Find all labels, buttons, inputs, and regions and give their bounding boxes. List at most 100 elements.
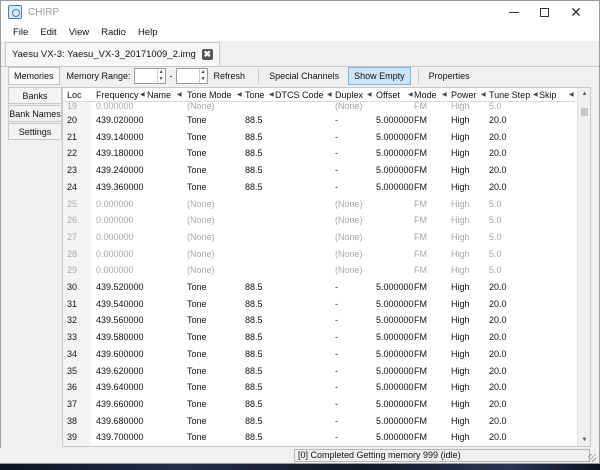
cell-tone[interactable]: 88.5 xyxy=(245,162,263,178)
tab-settings[interactable]: Settings xyxy=(8,123,62,140)
cell-tmode[interactable]: (None) xyxy=(187,102,215,112)
cell-power[interactable]: High xyxy=(451,363,470,379)
cell-freq[interactable]: 439.520000 xyxy=(96,279,144,295)
cell-step[interactable]: 5.0 xyxy=(489,246,502,262)
cell-tmode[interactable]: (None) xyxy=(187,262,215,278)
minimize-button[interactable] xyxy=(499,1,529,23)
cell-tmode[interactable]: Tone xyxy=(187,112,207,128)
cell-loc[interactable]: 37 xyxy=(67,396,77,412)
cell-mode[interactable]: FM xyxy=(414,112,427,128)
cell-freq[interactable]: 439.140000 xyxy=(96,129,144,145)
special-channels-toggle[interactable]: Special Channels xyxy=(263,67,345,85)
close-window-button[interactable]: ✕ xyxy=(561,1,591,23)
cell-offset[interactable]: 5.000000 xyxy=(376,145,414,161)
table-row[interactable]: 27 0.000000 (None) (None) FM High 5.0 xyxy=(63,229,578,246)
menu-radio[interactable]: Radio xyxy=(95,27,132,38)
spin-arrows-icon[interactable]: ▲ ▼ xyxy=(198,69,207,83)
cell-tmode[interactable]: (None) xyxy=(187,229,215,245)
refresh-button[interactable]: Refresh xyxy=(208,67,252,85)
cell-duplex[interactable]: - xyxy=(335,379,338,395)
cell-power[interactable]: High xyxy=(451,396,470,412)
cell-tone[interactable]: 88.5 xyxy=(245,429,263,445)
cell-tmode[interactable]: Tone xyxy=(187,329,207,345)
cell-tmode[interactable]: Tone xyxy=(187,279,207,295)
cell-mode[interactable]: FM xyxy=(414,329,427,345)
cell-tone[interactable]: 88.5 xyxy=(245,145,263,161)
cell-offset[interactable]: 5.000000 xyxy=(376,162,414,178)
cell-loc[interactable]: 25 xyxy=(67,196,77,212)
table-row[interactable]: 39 439.700000 Tone 88.5 - 5.000000 FM High 20.0 xyxy=(63,429,578,446)
file-tab[interactable]: Yaesu VX-3: Yaesu_VX-3_20171009_2.img ✖ xyxy=(5,42,220,66)
cell-step[interactable]: 20.0 xyxy=(489,329,507,345)
memory-range-to-input[interactable]: ▲ ▼ xyxy=(175,68,208,84)
cell-step[interactable]: 20.0 xyxy=(489,296,507,312)
cell-step[interactable]: 20.0 xyxy=(489,312,507,328)
cell-tmode[interactable]: Tone xyxy=(187,429,207,445)
cell-power[interactable]: High xyxy=(451,129,470,145)
cell-duplex[interactable]: (None) xyxy=(335,102,363,112)
table-row[interactable]: 19 0.000000 (None) (None) FM High 5.0 xyxy=(63,102,578,112)
table-row[interactable]: 25 0.000000 (None) (None) FM High 5.0 xyxy=(63,196,578,213)
resize-grip-icon[interactable] xyxy=(588,454,596,462)
menu-help[interactable]: Help xyxy=(132,27,164,38)
table-row[interactable]: 32 439.560000 Tone 88.5 - 5.000000 FM High 20.0 xyxy=(63,312,578,329)
cell-tmode[interactable]: Tone xyxy=(187,413,207,429)
table-row[interactable]: 24 439.360000 Tone 88.5 - 5.000000 FM High 20.0 xyxy=(63,179,578,196)
cell-loc[interactable]: 34 xyxy=(67,346,77,362)
cell-power[interactable]: High xyxy=(451,212,470,228)
maximize-button[interactable] xyxy=(529,1,559,23)
cell-duplex[interactable]: - xyxy=(335,129,338,145)
cell-loc[interactable]: 33 xyxy=(67,329,77,345)
column-header-skip[interactable]: Skip ◀ xyxy=(539,88,577,102)
menu-edit[interactable]: Edit xyxy=(34,27,62,38)
cell-duplex[interactable]: (None) xyxy=(335,262,363,278)
cell-step[interactable]: 5.0 xyxy=(489,196,502,212)
cell-loc[interactable]: 20 xyxy=(67,112,77,128)
cell-loc[interactable]: 24 xyxy=(67,179,77,195)
cell-step[interactable]: 20.0 xyxy=(489,379,507,395)
cell-duplex[interactable]: - xyxy=(335,312,338,328)
cell-power[interactable]: High xyxy=(451,379,470,395)
column-header-duplex[interactable]: Duplex ◀ xyxy=(335,88,375,102)
cell-mode[interactable]: FM xyxy=(414,312,427,328)
cell-step[interactable]: 5.0 xyxy=(489,212,502,228)
cell-loc[interactable]: 22 xyxy=(67,145,77,161)
cell-freq[interactable]: 0.000000 xyxy=(96,196,134,212)
cell-power[interactable]: High xyxy=(451,296,470,312)
table-row[interactable]: 34 439.600000 Tone 88.5 - 5.000000 FM High 20.0 xyxy=(63,346,578,363)
scrollbar-thumb[interactable] xyxy=(581,108,588,116)
cell-freq[interactable]: 0.000000 xyxy=(96,229,134,245)
cell-duplex[interactable]: - xyxy=(335,145,338,161)
cell-loc[interactable]: 23 xyxy=(67,162,77,178)
cell-loc[interactable]: 19 xyxy=(67,102,77,112)
cell-step[interactable]: 20.0 xyxy=(489,145,507,161)
cell-loc[interactable]: 28 xyxy=(67,246,77,262)
cell-tone[interactable]: 88.5 xyxy=(245,329,263,345)
cell-tone[interactable]: 88.5 xyxy=(245,179,263,195)
cell-tmode[interactable]: Tone xyxy=(187,162,207,178)
cell-power[interactable]: High xyxy=(451,145,470,161)
cell-step[interactable]: 20.0 xyxy=(489,129,507,145)
cell-mode[interactable]: FM xyxy=(414,413,427,429)
cell-tmode[interactable]: (None) xyxy=(187,196,215,212)
cell-mode[interactable]: FM xyxy=(414,246,427,262)
table-row[interactable]: 30 439.520000 Tone 88.5 - 5.000000 FM High 20.0 xyxy=(63,279,578,296)
cell-power[interactable]: High xyxy=(451,279,470,295)
cell-mode[interactable]: FM xyxy=(414,363,427,379)
cell-freq[interactable]: 439.240000 xyxy=(96,162,144,178)
cell-step[interactable]: 20.0 xyxy=(489,396,507,412)
cell-power[interactable]: High xyxy=(451,429,470,445)
cell-freq[interactable]: 439.560000 xyxy=(96,312,144,328)
cell-tmode[interactable]: Tone xyxy=(187,363,207,379)
cell-freq[interactable]: 439.660000 xyxy=(96,396,144,412)
cell-mode[interactable]: FM xyxy=(414,296,427,312)
column-header-loc[interactable]: Loc xyxy=(67,88,82,102)
cell-power[interactable]: High xyxy=(451,196,470,212)
cell-mode[interactable]: FM xyxy=(414,346,427,362)
column-header-tone-mode[interactable]: Tone Mode ◀ xyxy=(187,88,245,102)
column-header-name[interactable]: Name ◀ xyxy=(147,88,187,102)
cell-offset[interactable]: 5.000000 xyxy=(376,279,414,295)
cell-offset[interactable]: 5.000000 xyxy=(376,429,414,445)
cell-mode[interactable]: FM xyxy=(414,196,427,212)
cell-freq[interactable]: 439.020000 xyxy=(96,112,144,128)
